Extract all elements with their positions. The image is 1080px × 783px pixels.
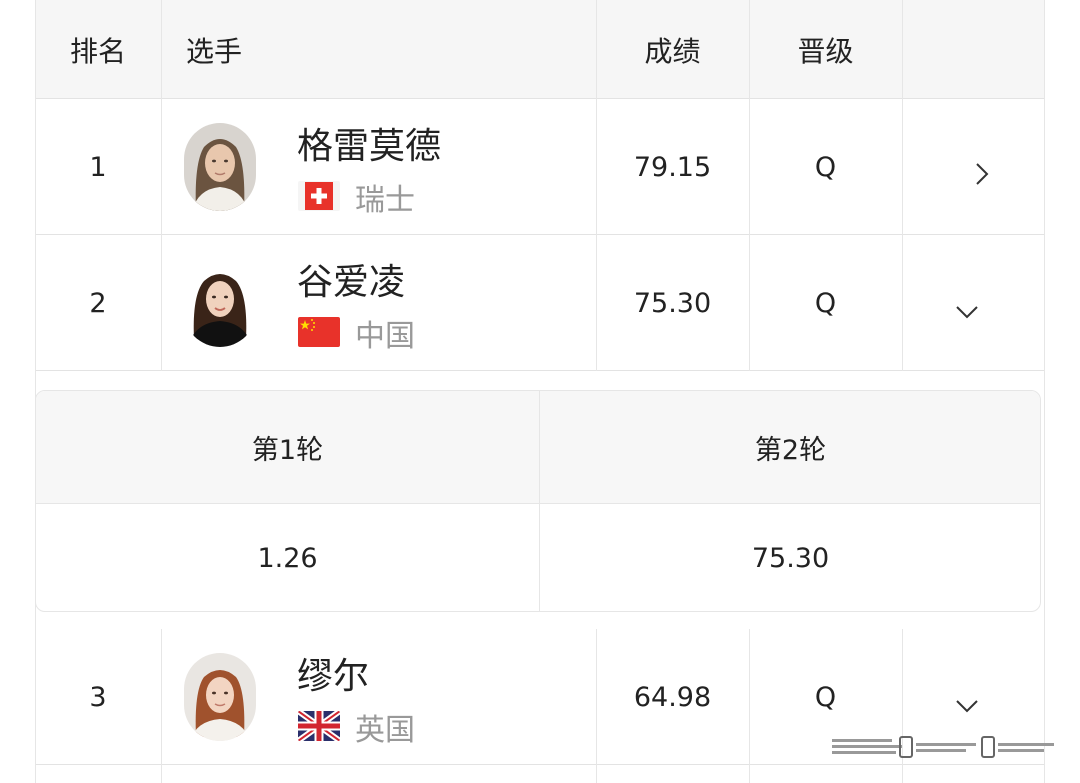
watermark-icon xyxy=(832,733,1058,761)
divider xyxy=(1044,0,1045,371)
player-name[interactable]: 谷爱凌 xyxy=(297,253,405,305)
player-name[interactable]: 缪尔 xyxy=(297,647,369,699)
header-rank: 排名 xyxy=(69,34,126,68)
round1-score: 1.26 xyxy=(257,542,318,574)
table-row[interactable]: 2 谷爱凌 中国 75.30 Q xyxy=(35,235,1045,371)
table-row[interactable]: 1 格雷莫德 瑞士 79.15 Q xyxy=(35,99,1045,235)
divider xyxy=(902,0,903,371)
avatar xyxy=(184,653,256,741)
flag-uk-icon xyxy=(298,711,340,741)
divider xyxy=(35,0,36,371)
qualify-cell: Q xyxy=(814,151,837,183)
score-cell: 75.30 xyxy=(633,287,712,319)
divider xyxy=(161,0,162,371)
table-header: 排名 选手 成绩 晋级 xyxy=(35,0,1045,99)
avatar xyxy=(184,259,256,347)
round-details-panel: 第1轮 第2轮 1.26 75.30 xyxy=(35,390,1041,612)
divider xyxy=(1044,371,1045,783)
rank-cell: 1 xyxy=(89,151,107,183)
flag-switzerland-icon xyxy=(298,181,340,211)
chevron-down-icon[interactable] xyxy=(902,235,1045,371)
player-country: 英国 xyxy=(355,713,415,748)
divider xyxy=(596,629,597,783)
qualify-cell: Q xyxy=(814,287,837,319)
score-cell: 64.98 xyxy=(633,681,712,713)
header-qualify: 晋级 xyxy=(797,34,854,68)
player-name[interactable]: 格雷莫德 xyxy=(297,117,441,169)
avatar xyxy=(184,123,256,211)
divider xyxy=(161,629,162,783)
player-country: 中国 xyxy=(355,319,415,354)
rank-cell: 3 xyxy=(89,681,107,713)
player-country: 瑞士 xyxy=(355,183,415,218)
header-score: 成绩 xyxy=(644,34,701,68)
divider xyxy=(35,371,36,783)
rank-cell: 2 xyxy=(89,287,107,319)
round1-label: 第1轮 xyxy=(251,435,324,466)
round2-label: 第2轮 xyxy=(754,435,827,466)
chevron-right-icon[interactable] xyxy=(902,99,1045,235)
round2-score: 75.30 xyxy=(751,542,830,574)
flag-china-icon xyxy=(298,317,340,347)
score-cell: 79.15 xyxy=(633,151,712,183)
header-player: 选手 xyxy=(186,34,243,68)
divider xyxy=(596,0,597,371)
divider xyxy=(749,629,750,783)
divider xyxy=(749,0,750,371)
